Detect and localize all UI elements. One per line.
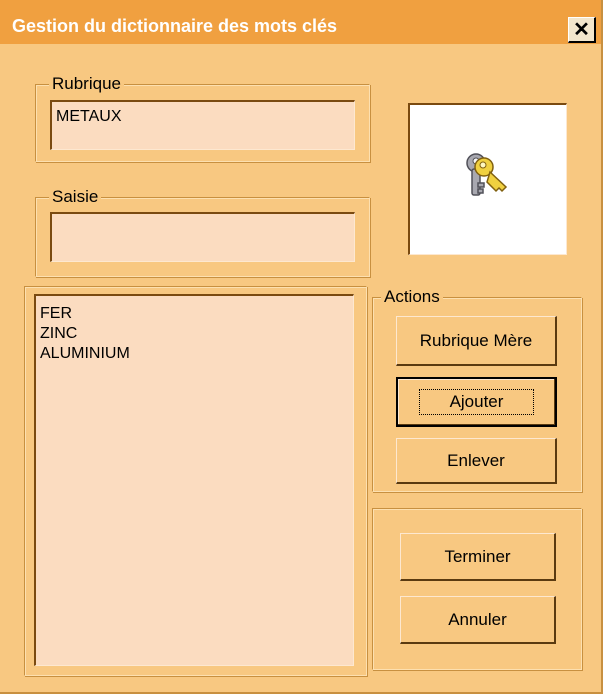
finish-button-label: Terminer: [444, 546, 511, 566]
actions-label: Actions: [381, 288, 443, 306]
saisie-label: Saisie: [49, 188, 102, 206]
saisie-input[interactable]: [50, 212, 355, 262]
image-preview: [408, 103, 567, 255]
window-title: Gestion du dictionnaire des mots clés: [12, 16, 338, 36]
list-item[interactable]: ALUMINIUM: [40, 344, 353, 364]
cancel-button[interactable]: Annuler: [400, 596, 556, 644]
list-item[interactable]: FER: [40, 304, 353, 324]
parent-rubric-label: Rubrique Mère: [419, 330, 533, 350]
rubrique-field[interactable]: METAUX: [50, 100, 355, 150]
finish-button[interactable]: Terminer: [400, 533, 556, 581]
close-icon: ✕: [573, 19, 590, 41]
remove-button[interactable]: Enlever: [396, 438, 557, 484]
list-item[interactable]: ZINC: [40, 324, 353, 344]
add-button[interactable]: Ajouter: [396, 377, 557, 427]
add-button-label: Ajouter: [418, 389, 535, 415]
keyword-list[interactable]: FER ZINC ALUMINIUM: [34, 294, 354, 666]
remove-button-label: Enlever: [447, 450, 505, 470]
parent-rubric-button[interactable]: Rubrique Mère: [396, 316, 557, 366]
rubrique-value: METAUX: [56, 108, 122, 125]
keys-icon: [466, 153, 508, 196]
cancel-button-label: Annuler: [448, 609, 507, 629]
dialog-window: Gestion du dictionnaire des mots clés ✕ …: [0, 0, 603, 694]
title-bar[interactable]: Gestion du dictionnaire des mots clés ✕: [0, 0, 601, 44]
rubrique-label: Rubrique: [49, 75, 124, 93]
close-button[interactable]: ✕: [568, 17, 596, 43]
